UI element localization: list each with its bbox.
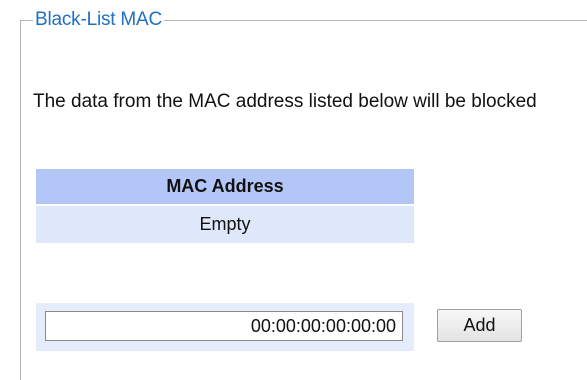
add-button[interactable]: Add	[437, 309, 522, 342]
table-header-row: MAC Address	[36, 169, 414, 205]
mac-address-input[interactable]	[45, 311, 403, 341]
add-mac-row	[36, 303, 414, 351]
description-text: The data from the MAC address listed bel…	[33, 91, 537, 112]
mac-address-table: MAC Address Empty	[36, 169, 414, 243]
mac-address-cell: Empty	[36, 204, 414, 243]
table-row: Empty	[36, 204, 414, 243]
fieldset-legend: Black-List MAC	[33, 8, 165, 32]
mac-address-column-header: MAC Address	[36, 169, 414, 205]
